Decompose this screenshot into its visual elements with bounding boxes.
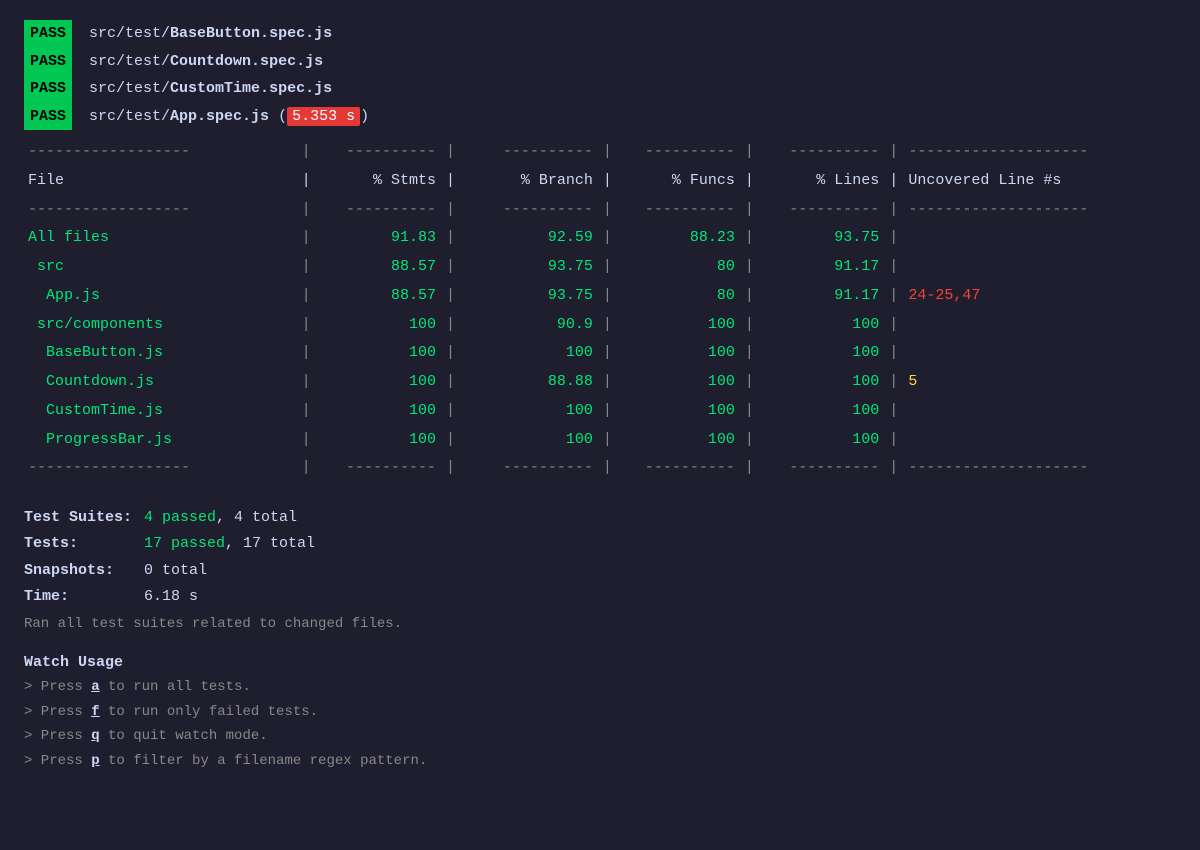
tests-label: Tests: — [24, 531, 144, 557]
time-label: Time: — [24, 584, 144, 610]
summary-section: Test Suites: 4 passed, 4 total Tests: 17… — [24, 505, 1176, 632]
coverage-table: ------------------ | ---------- | ------… — [24, 138, 1176, 483]
time-badge: 5.353 s — [287, 107, 360, 126]
col-header-file: File — [24, 167, 296, 196]
snapshots-value: 0 total — [144, 558, 207, 584]
col-header-lines: % Lines — [760, 167, 883, 196]
time-value: 6.18 s — [144, 584, 198, 610]
summary-snapshots: Snapshots: 0 total — [24, 558, 1176, 584]
snapshots-label: Snapshots: — [24, 558, 144, 584]
table-row: ProgressBar.js | 100 | 100 | 100 | 100 | — [24, 426, 1176, 455]
pass-line-4: PASS src/test/App.spec.js (5.353 s) — [24, 103, 1176, 131]
watch-item-f: > Press f to run only failed tests. — [24, 700, 1176, 725]
pass-file-2: src/test/Countdown.spec.js — [89, 53, 323, 70]
table-row: BaseButton.js | 100 | 100 | 100 | 100 | — [24, 339, 1176, 368]
table-header: File | % Stmts | % Branch | % Funcs | % … — [24, 167, 1176, 196]
pass-badge-1: PASS — [24, 20, 72, 48]
table-row: All files | 91.83 | 92.59 | 88.23 | 93.7… — [24, 224, 1176, 253]
watch-key-q: q — [91, 728, 99, 744]
table-row: src | 88.57 | 93.75 | 80 | 91.17 | — [24, 253, 1176, 282]
watch-item-p: > Press p to filter by a filename regex … — [24, 749, 1176, 774]
watch-item-a: > Press a to run all tests. — [24, 675, 1176, 700]
watch-key-p: p — [91, 753, 99, 769]
table-row: src/components | 100 | 90.9 | 100 | 100 … — [24, 311, 1176, 340]
ran-line: Ran all test suites related to changed f… — [24, 616, 1176, 632]
pass-badge-4: PASS — [24, 103, 72, 131]
pass-badge-2: PASS — [24, 48, 72, 76]
divider-top: ------------------ | ---------- | ------… — [24, 138, 1176, 167]
watch-key-a: a — [91, 679, 99, 695]
pass-line-1: PASS src/test/BaseButton.spec.js — [24, 20, 1176, 48]
pass-line-2: PASS src/test/Countdown.spec.js — [24, 48, 1176, 76]
table-row: App.js | 88.57 | 93.75 | 80 | 91.17 | 24… — [24, 282, 1176, 311]
pass-file-1: src/test/BaseButton.spec.js — [89, 25, 332, 42]
col-header-funcs: % Funcs — [618, 167, 739, 196]
watch-item-q: > Press q to quit watch mode. — [24, 724, 1176, 749]
watch-section: Watch Usage > Press a to run all tests. … — [24, 654, 1176, 773]
pass-file-4: src/test/App.spec.js (5.353 s) — [89, 107, 369, 126]
summary-test-suites: Test Suites: 4 passed, 4 total — [24, 505, 1176, 531]
watch-key-f: f — [91, 704, 99, 720]
watch-title: Watch Usage — [24, 654, 1176, 671]
test-suites-value: 4 passed, 4 total — [144, 505, 297, 531]
table-row: Countdown.js | 100 | 88.88 | 100 | 100 |… — [24, 368, 1176, 397]
pass-lines-section: PASS src/test/BaseButton.spec.js PASS sr… — [24, 20, 1176, 130]
summary-time: Time: 6.18 s — [24, 584, 1176, 610]
pass-line-3: PASS src/test/CustomTime.spec.js — [24, 75, 1176, 103]
test-suites-label: Test Suites: — [24, 505, 144, 531]
col-header-uncovered: Uncovered Line #s — [904, 167, 1176, 196]
pass-file-3: src/test/CustomTime.spec.js — [89, 80, 332, 97]
col-header-stmts: % Stmts — [317, 167, 440, 196]
divider-sub: ------------------ | ---------- | ------… — [24, 196, 1176, 225]
col-header-branch: % Branch — [461, 167, 597, 196]
summary-tests: Tests: 17 passed, 17 total — [24, 531, 1176, 557]
tests-value: 17 passed, 17 total — [144, 531, 315, 557]
divider-bottom: ------------------ | ---------- | ------… — [24, 454, 1176, 483]
pass-badge-3: PASS — [24, 75, 72, 103]
coverage-section: ------------------ | ---------- | ------… — [24, 138, 1176, 483]
table-row: CustomTime.js | 100 | 100 | 100 | 100 | — [24, 397, 1176, 426]
